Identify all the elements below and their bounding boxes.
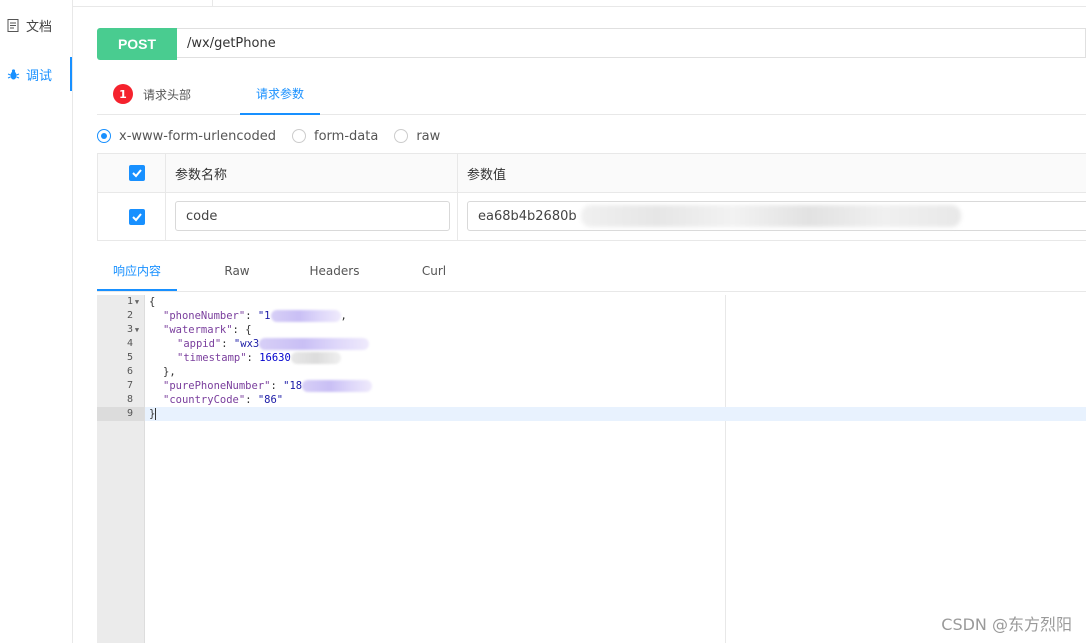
- code-line: "timestamp": 16630: [145, 351, 1086, 365]
- column-divider: [457, 154, 458, 241]
- code-line: "purePhoneNumber": "18: [145, 379, 1086, 393]
- radio-urlencoded[interactable]: x-www-form-urlencoded: [97, 129, 276, 144]
- tab-label: 请求头部: [143, 87, 192, 102]
- check-icon: [132, 213, 142, 222]
- tab-response-curl[interactable]: Curl: [409, 252, 459, 290]
- http-method-badge[interactable]: POST: [97, 28, 177, 60]
- top-tab-strip: [41, 0, 1086, 7]
- radio-unchecked-icon: [292, 129, 307, 143]
- params-table: 参数名称 参数值 code ea68b4b2680b: [97, 153, 1086, 241]
- radio-label: raw: [416, 128, 441, 144]
- row-checkbox[interactable]: [129, 209, 145, 225]
- code-line: "countryCode": "86": [163, 394, 284, 406]
- code-line: "appid": "wx3: [145, 337, 1086, 351]
- sidebar-item-debug[interactable]: 调试: [0, 57, 72, 91]
- line-number: 4: [126, 338, 133, 349]
- param-name-input[interactable]: code: [175, 201, 450, 231]
- tab-label: 请求参数: [255, 87, 304, 101]
- body-type-radio-group: x-www-form-urlencoded form-data raw: [97, 126, 456, 146]
- bug-icon: [6, 67, 20, 81]
- radio-form-data[interactable]: form-data: [292, 129, 378, 144]
- response-tabs: 响应内容 Raw Headers Curl: [97, 252, 1086, 292]
- code-line: "watermark": {: [163, 324, 252, 336]
- radio-checked-icon: [97, 129, 111, 143]
- code-line: },: [163, 366, 176, 378]
- code-line: {: [149, 296, 156, 308]
- tab-response-raw[interactable]: Raw: [207, 252, 267, 290]
- code-content: { "phoneNumber": "1, "watermark": { "app…: [145, 295, 1086, 643]
- params-table-header: [98, 154, 1086, 193]
- line-number: 2: [126, 310, 133, 321]
- response-editor[interactable]: 1 ▼ 2 3 ▼ 4 5 6 7 8 9 { "phoneNumber": "1,…: [97, 295, 1086, 643]
- tab-request-headers[interactable]: 1 请求头部: [113, 74, 191, 114]
- radio-raw[interactable]: raw: [394, 129, 440, 144]
- line-number: 7: [126, 380, 133, 391]
- line-number: 5: [126, 352, 133, 363]
- redacted-region: [290, 352, 341, 364]
- sidebar-item-docs[interactable]: 文档: [0, 8, 72, 42]
- fold-arrow-icon: ▼: [134, 326, 140, 334]
- line-number: 3 ▼: [126, 324, 140, 335]
- param-value-text: ea68b4b2680b: [478, 208, 577, 224]
- headers-count-badge: 1: [113, 84, 133, 104]
- watermark: CSDN @东方烈阳: [941, 615, 1072, 634]
- document-icon: [6, 18, 20, 32]
- column-header-name: 参数名称: [175, 167, 228, 183]
- radio-unchecked-icon: [394, 129, 409, 143]
- fold-arrow-icon: ▼: [134, 298, 140, 306]
- check-icon: [132, 169, 142, 178]
- tab-response-headers[interactable]: Headers: [302, 252, 367, 290]
- request-tabs: 1 请求头部 请求参数: [97, 74, 1086, 115]
- radio-label: form-data: [314, 128, 379, 144]
- column-divider: [165, 154, 166, 241]
- code-line-active: }: [145, 407, 1086, 421]
- line-number: 1 ▼: [126, 296, 140, 307]
- line-number: 8: [126, 394, 133, 405]
- editor-gutter: 1 ▼ 2 3 ▼ 4 5 6 7 8 9: [97, 295, 145, 643]
- redacted-region: [581, 205, 961, 227]
- redacted-region: [302, 380, 373, 392]
- url-input[interactable]: /wx/getPhone: [177, 28, 1086, 58]
- redacted-region: [270, 310, 341, 322]
- text-cursor: [155, 408, 157, 420]
- tab-request-params[interactable]: 请求参数: [240, 74, 320, 115]
- line-number: 6: [126, 366, 133, 377]
- sidebar: 文档 调试: [0, 0, 73, 643]
- redacted-region: [259, 338, 370, 350]
- column-header-value: 参数值: [467, 167, 507, 183]
- radio-label: x-www-form-urlencoded: [119, 128, 277, 144]
- sidebar-item-label: 调试: [26, 68, 53, 84]
- select-all-checkbox[interactable]: [129, 165, 145, 181]
- line-number-active: 9: [97, 407, 144, 421]
- sidebar-item-label: 文档: [26, 19, 53, 35]
- code-line: "phoneNumber": "1,: [163, 310, 347, 322]
- tab-response-content[interactable]: 响应内容: [97, 252, 177, 291]
